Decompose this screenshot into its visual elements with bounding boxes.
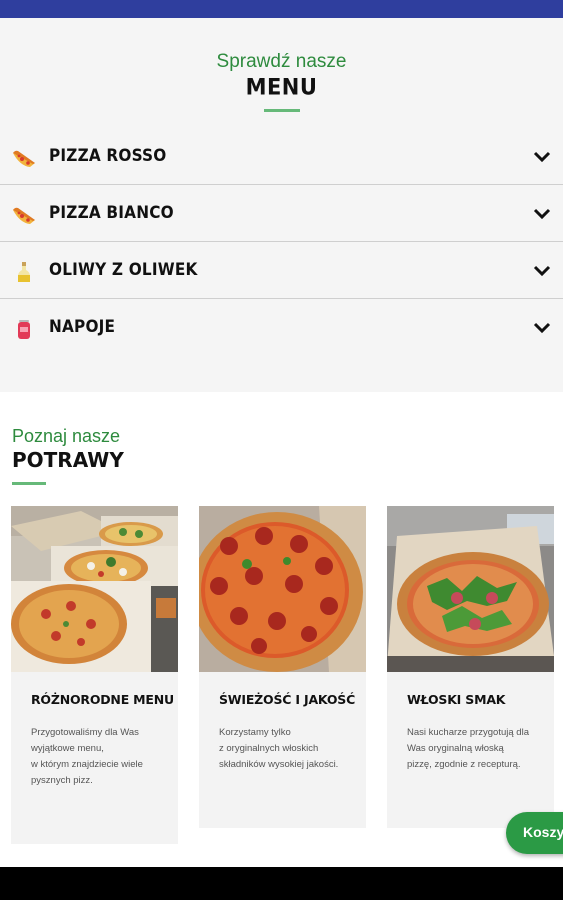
description-line: pizzę, zgodnie z recepturą.: [407, 759, 521, 770]
menu-title-underline: [263, 109, 300, 112]
dishes-title-underline: [12, 482, 46, 485]
dishes-title: POTRAWY: [12, 448, 124, 472]
pizza-boxes-photo: [11, 506, 178, 672]
accordion-item-label: OLIWY Z OLIWEK: [49, 260, 198, 280]
menu-subtitle: Sprawdź nasze: [216, 51, 347, 72]
description-line: Przygotowaliśmy dla Was: [31, 727, 139, 738]
pizza-slice-icon: [13, 207, 35, 224]
accordion-item-napoje[interactable]: NAPOJE: [0, 299, 563, 356]
feature-card-description: Korzystamy tylko z oryginalnych włoskich…: [219, 725, 350, 773]
cart-button[interactable]: Koszyk: [506, 812, 563, 854]
menu-title: MENU: [245, 74, 318, 100]
pepperoni-pizza-photo: [199, 506, 366, 672]
feature-card-description: Przygotowaliśmy dla Was wyjątkowe menu, …: [31, 725, 162, 789]
description-line: pysznych pizz.: [31, 775, 93, 786]
pizza-slice-icon: [13, 150, 35, 167]
menu-section: Sprawdź nasze MENU PIZZA ROSSO PIZZA BIA…: [0, 18, 563, 392]
description-line: Was oryginalną włoską: [407, 743, 504, 754]
feature-card-title: ŚWIEŻOŚĆ I JAKOŚĆ: [219, 692, 356, 707]
menu-accordion: PIZZA ROSSO PIZZA BIANCO OLIWY Z OLIWEK: [0, 128, 563, 356]
drink-can-icon: [18, 320, 30, 339]
description-line: składników wysokiej jakości.: [219, 759, 339, 770]
description-line: Korzystamy tylko: [219, 727, 291, 738]
feature-card-variety: RÓŻNORODNE MENU Przygotowaliśmy dla Was …: [11, 506, 178, 844]
system-navigation-bar: [0, 867, 563, 900]
accordion-item-label: PIZZA ROSSO: [49, 146, 167, 166]
feature-card-title: WŁOSKI SMAK: [407, 692, 506, 707]
feature-card-description: Nasi kucharze przygotują dla Was orygina…: [407, 725, 538, 773]
status-bar: [0, 0, 563, 18]
arugula-pizza-photo: [387, 506, 554, 672]
description-line: Nasi kucharze przygotują dla: [407, 727, 529, 738]
dishes-subtitle: Poznaj nasze: [12, 426, 121, 446]
accordion-item-label: NAPOJE: [49, 317, 116, 337]
feature-card-italian-taste: WŁOSKI SMAK Nasi kucharze przygotują dla…: [387, 506, 554, 828]
chevron-down-icon[interactable]: [533, 264, 551, 278]
accordion-item-pizza-rosso[interactable]: PIZZA ROSSO: [0, 128, 563, 185]
description-line: wyjątkowe menu,: [31, 743, 104, 754]
feature-card-quality: ŚWIEŻOŚĆ I JAKOŚĆ Korzystamy tylko z ory…: [199, 506, 366, 828]
olive-oil-bottle-icon: [18, 262, 30, 282]
chevron-down-icon[interactable]: [533, 150, 551, 164]
accordion-item-oliwy[interactable]: OLIWY Z OLIWEK: [0, 242, 563, 299]
chevron-down-icon[interactable]: [533, 321, 551, 335]
feature-card-title: RÓŻNORODNE MENU: [31, 692, 174, 707]
dishes-section: Poznaj nasze POTRAWY RÓŻNORODNE MENU Prz…: [0, 392, 563, 867]
accordion-item-label: PIZZA BIANCO: [49, 203, 174, 223]
accordion-item-pizza-bianco[interactable]: PIZZA BIANCO: [0, 185, 563, 242]
dishes-header: Poznaj nasze POTRAWY: [12, 426, 124, 485]
chevron-down-icon[interactable]: [533, 207, 551, 221]
description-line: z oryginalnych włoskich: [219, 743, 319, 754]
description-line: w którym znajdziecie wiele: [31, 759, 143, 770]
menu-header: Sprawdź nasze MENU: [0, 51, 563, 112]
